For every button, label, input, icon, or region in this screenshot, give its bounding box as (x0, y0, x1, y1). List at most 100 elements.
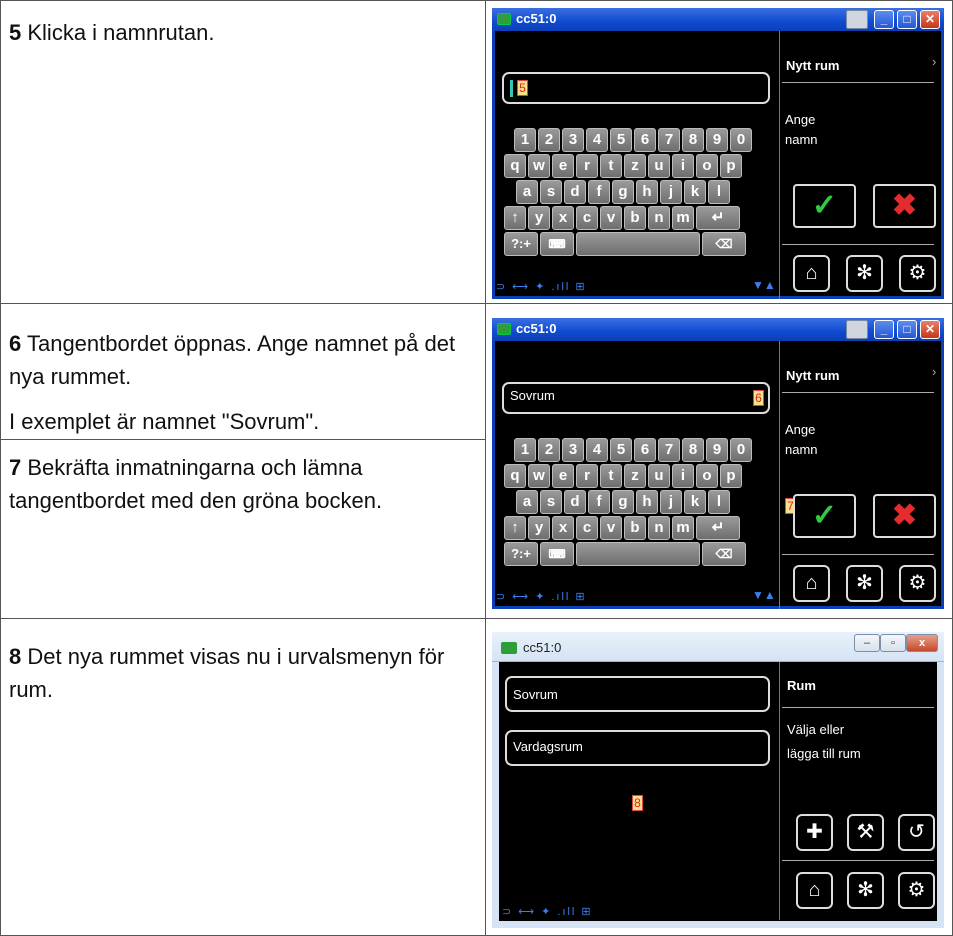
print-icon[interactable] (846, 10, 868, 29)
key[interactable]: 4 (586, 128, 608, 152)
space-key[interactable] (576, 542, 700, 566)
key[interactable]: l (708, 180, 730, 204)
cancel-cross-button[interactable]: ✖ (873, 494, 936, 538)
scroll-indicator-icon[interactable]: ▼▲ (752, 588, 776, 602)
name-input[interactable] (502, 72, 770, 104)
key[interactable]: j (660, 490, 682, 514)
key[interactable]: w (528, 464, 550, 488)
key[interactable]: c (576, 516, 598, 540)
fan-button[interactable]: ✻ (847, 872, 884, 909)
key[interactable]: 8 (682, 438, 704, 462)
add-room-button[interactable]: ✚ (796, 814, 833, 851)
key[interactable]: 2 (538, 438, 560, 462)
print-icon[interactable] (846, 320, 868, 339)
key[interactable]: x (552, 206, 574, 230)
key[interactable]: d (564, 180, 586, 204)
key[interactable]: f (588, 180, 610, 204)
key[interactable]: i (672, 464, 694, 488)
key[interactable]: c (576, 206, 598, 230)
fan-button[interactable]: ✻ (846, 255, 883, 292)
key[interactable]: y (528, 206, 550, 230)
keyboard-hide-icon[interactable]: ⌨ (540, 232, 574, 256)
key[interactable]: s (540, 490, 562, 514)
key[interactable]: 3 (562, 438, 584, 462)
key[interactable]: 0 (730, 128, 752, 152)
symbols-key[interactable]: ?:+ (504, 542, 538, 566)
settings-button[interactable]: ⚙ (899, 255, 936, 292)
key[interactable]: r (576, 154, 598, 178)
symbols-key[interactable]: ?:+ (504, 232, 538, 256)
maximize-button[interactable]: □ (897, 10, 917, 29)
backspace-key-icon[interactable]: ⌫ (702, 542, 746, 566)
key[interactable]: w (528, 154, 550, 178)
key[interactable]: l (708, 490, 730, 514)
key[interactable]: v (600, 516, 622, 540)
edit-wrench-button[interactable]: ⚒ (847, 814, 884, 851)
key[interactable]: 6 (634, 438, 656, 462)
key[interactable]: p (720, 154, 742, 178)
maximize-button[interactable]: ▫ (880, 634, 906, 652)
chevron-right-icon[interactable]: › (932, 364, 936, 379)
key[interactable]: e (552, 464, 574, 488)
key[interactable]: 3 (562, 128, 584, 152)
enter-key-icon[interactable]: ↵ (696, 516, 740, 540)
key[interactable]: 9 (706, 128, 728, 152)
key[interactable]: t (600, 154, 622, 178)
settings-button[interactable]: ⚙ (899, 565, 936, 602)
key[interactable]: 2 (538, 128, 560, 152)
confirm-check-button[interactable]: ✓ (793, 494, 856, 538)
key[interactable]: n (648, 516, 670, 540)
home-button[interactable]: ⌂ (793, 565, 830, 602)
key[interactable]: f (588, 490, 610, 514)
key[interactable]: q (504, 464, 526, 488)
key[interactable]: u (648, 464, 670, 488)
key[interactable]: p (720, 464, 742, 488)
key[interactable]: 8 (682, 128, 704, 152)
minimize-button[interactable]: – (854, 634, 880, 652)
key[interactable]: b (624, 206, 646, 230)
key[interactable]: r (576, 464, 598, 488)
key[interactable]: v (600, 206, 622, 230)
key[interactable]: 1 (514, 128, 536, 152)
key[interactable]: 0 (730, 438, 752, 462)
key[interactable]: 7 (658, 438, 680, 462)
minimize-button[interactable]: _ (874, 320, 894, 339)
key[interactable]: 7 (658, 128, 680, 152)
shift-key-icon[interactable]: ↑ (504, 516, 526, 540)
key[interactable]: d (564, 490, 586, 514)
key[interactable]: a (516, 490, 538, 514)
fan-button[interactable]: ✻ (846, 565, 883, 602)
key[interactable]: e (552, 154, 574, 178)
key[interactable]: j (660, 180, 682, 204)
key[interactable]: o (696, 154, 718, 178)
key[interactable]: b (624, 516, 646, 540)
key[interactable]: 5 (610, 438, 632, 462)
back-button[interactable]: ↺ (898, 814, 935, 851)
key[interactable]: h (636, 490, 658, 514)
key[interactable]: 6 (634, 128, 656, 152)
key[interactable]: m (672, 516, 694, 540)
chevron-right-icon[interactable]: › (932, 54, 936, 69)
space-key[interactable] (576, 232, 700, 256)
key[interactable]: o (696, 464, 718, 488)
name-input[interactable]: Sovrum (502, 382, 770, 414)
key[interactable]: g (612, 490, 634, 514)
key[interactable]: 4 (586, 438, 608, 462)
scroll-indicator-icon[interactable]: ▼▲ (752, 278, 776, 292)
key[interactable]: k (684, 180, 706, 204)
settings-button[interactable]: ⚙ (898, 872, 935, 909)
home-button[interactable]: ⌂ (796, 872, 833, 909)
maximize-button[interactable]: □ (897, 320, 917, 339)
key[interactable]: a (516, 180, 538, 204)
key[interactable]: x (552, 516, 574, 540)
home-button[interactable]: ⌂ (793, 255, 830, 292)
close-button[interactable]: x (906, 634, 938, 652)
cancel-cross-button[interactable]: ✖ (873, 184, 936, 228)
key[interactable]: z (624, 464, 646, 488)
room-item-vardagsrum[interactable]: Vardagsrum (505, 730, 770, 766)
key[interactable]: k (684, 490, 706, 514)
enter-key-icon[interactable]: ↵ (696, 206, 740, 230)
key[interactable]: 5 (610, 128, 632, 152)
keyboard-hide-icon[interactable]: ⌨ (540, 542, 574, 566)
shift-key-icon[interactable]: ↑ (504, 206, 526, 230)
